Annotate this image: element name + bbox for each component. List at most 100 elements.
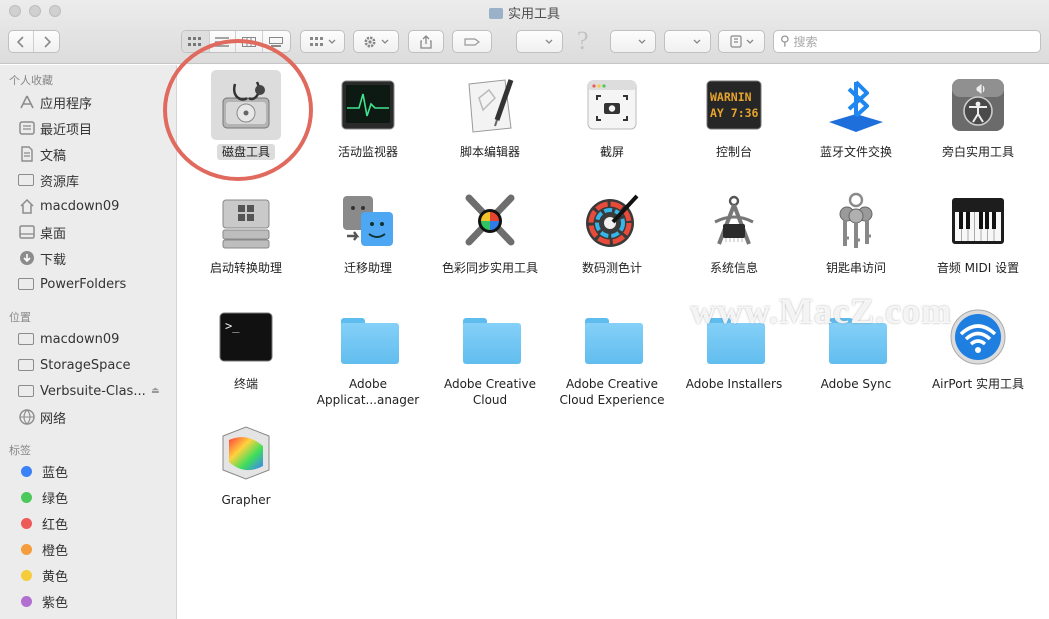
sidebar-item-label: 应用程序 [40,96,93,112]
grid-item-label: Adobe Creative Cloud [443,377,537,407]
window-toolbar: 实用工具 ? ⚲ 搜索 [0,0,1049,64]
sidebar-item-label: 文稿 [40,148,67,164]
grid-item-script-editor[interactable]: 脚本编辑器 [432,76,548,160]
action-menu-button[interactable] [353,30,399,53]
svg-text:AY 7:36: AY 7:36 [710,106,759,120]
help-icon[interactable]: ? [577,26,589,56]
sidebar-item-downloads[interactable]: 下载 [18,248,66,268]
gallery-icon [269,36,284,47]
sidebar-item-powerfolders[interactable]: PowerFolders [18,274,126,294]
toolbar-dropdown-3[interactable] [664,30,711,53]
grid-item-migration-assistant[interactable]: 迁移助理 [310,192,426,276]
grid-icon [188,36,202,46]
favorites-header: 个人收藏 [9,74,53,87]
tag-dot-icon [21,491,32,503]
colorsync-icon [465,194,515,246]
grid-item-adobe-creative-cloud[interactable]: Adobe Creative Cloud [432,308,548,408]
group-by-button[interactable] [300,30,345,53]
sidebar-item-network[interactable]: 网络 [18,407,66,427]
sidebar-tag-purple[interactable]: 紫色 [18,591,68,611]
sidebar-tag-orange[interactable]: 橙色 [18,539,68,559]
grid-item-bluetooth-file-exchange[interactable]: 蓝牙文件交换 [798,76,914,160]
sidebar-tag-red[interactable]: 红色 [18,513,68,533]
tag-dot-icon [21,569,32,581]
sidebar-item-label: 紫色 [42,595,69,611]
sidebar-item-label: 橙色 [42,543,69,559]
toolbar-dropdown-1[interactable] [516,30,563,53]
search-input[interactable]: ⚲ 搜索 [773,30,1041,53]
sidebar-item-desktop[interactable]: 桌面 [18,222,66,242]
script-editor-icon [468,79,514,133]
chevron-left-icon [17,35,24,48]
grid-item-grapher[interactable]: Grapher [188,424,304,508]
chevron-down-icon [328,39,335,44]
grid-item-voiceover-utility[interactable]: 旁白实用工具 [920,76,1036,160]
folder-icon [341,318,399,364]
sidebar-item-label: 网络 [40,411,67,427]
sidebar-item-label: StorageSpace [40,357,131,373]
archive-menu-button[interactable] [718,30,765,53]
voiceover-icon [952,79,1004,131]
sidebar: 个人收藏 应用程序 最近项目 文稿 资源库 macdown09 桌面 下载 Po… [0,65,177,619]
grid-item-terminal[interactable]: >_ 终端 [188,308,304,392]
grid-item-boot-camp[interactable]: 启动转换助理 [188,192,304,276]
grid-item-label: 数码测色计 [581,261,642,275]
chevron-down-icon [638,39,646,44]
window-title-bar: 实用工具 [0,3,1049,22]
screenshot-icon [587,80,637,130]
console-icon: WARNIN AY 7:36 [706,80,762,130]
search-placeholder: 搜索 [793,35,818,49]
grid-item-console[interactable]: WARNIN AY 7:36 控制台 [676,76,792,160]
archive-icon [729,35,742,48]
share-button[interactable] [408,30,444,53]
sidebar-tag-blue[interactable]: 蓝色 [18,461,68,481]
desktop-icon [18,224,36,240]
forward-button[interactable] [34,31,59,52]
migration-icon [343,196,393,246]
grid-item-colorsync-utility[interactable]: 色彩同步实用工具 [432,192,548,276]
sidebar-item-documents[interactable]: 文稿 [18,144,66,164]
tag-dot-icon [21,465,32,477]
sidebar-item-verbsuite[interactable]: Verbsuite-Clas... [18,381,146,401]
grid-item-label: 截屏 [599,145,624,159]
grid-item-label: AirPort 实用工具 [931,377,1025,391]
sidebar-item-library[interactable]: 资源库 [18,170,79,190]
sidebar-item-storagespace[interactable]: StorageSpace [18,355,130,375]
grid-item-screenshot[interactable]: 截屏 [554,76,670,160]
grid-item-digital-color-meter[interactable]: 数码测色计 [554,192,670,276]
grid-item-keychain-access[interactable]: 钥匙串访问 [798,192,914,276]
grid-item-adobe-application-manager[interactable]: Adobe Applicat...anager [310,308,426,408]
window-title: 实用工具 [507,7,560,22]
sidebar-item-home[interactable]: macdown09 [18,196,119,216]
applications-icon [18,94,36,110]
grid-item-label: 活动监视器 [337,145,398,159]
svg-text:>_: >_ [225,319,240,333]
sidebar-tag-yellow[interactable]: 黄色 [18,565,68,585]
eject-icon[interactable]: ⏏ [151,386,160,396]
sidebar-item-macdown09-disk[interactable]: macdown09 [18,329,119,349]
sidebar-item-recents[interactable]: 最近项目 [18,118,92,138]
grid-item-system-information[interactable]: 系统信息 [676,192,792,276]
tag-dot-icon [21,517,32,529]
sidebar-item-label: 黄色 [42,569,69,585]
audio-midi-icon [952,198,1004,244]
grid-item-activity-monitor[interactable]: 活动监视器 [310,76,426,160]
sidebar-item-applications[interactable]: 应用程序 [18,92,92,112]
grid-item-label: 音频 MIDI 设置 [936,261,1020,275]
activity-monitor-icon [341,80,395,130]
tag-icon [464,37,480,46]
grid-item-audio-midi-setup[interactable]: 音频 MIDI 设置 [920,192,1036,276]
grid-item-label: 蓝牙文件交换 [819,145,892,159]
toolbar-dropdown-2[interactable] [610,30,656,53]
edit-tags-button[interactable] [452,30,492,53]
grid-item-label: 终端 [233,377,258,391]
locations-header: 位置 [9,311,31,324]
folder-icon [463,318,521,364]
grid-item-label: 控制台 [715,145,752,159]
back-button[interactable] [9,31,35,52]
sidebar-tag-green[interactable]: 绿色 [18,487,68,507]
airport-icon [950,309,1006,365]
grid-item-adobe-creative-cloud-experience[interactable]: Adobe Creative Cloud Experience [554,308,670,408]
grid-item-label: 色彩同步实用工具 [441,261,538,275]
grid-icon [309,36,323,46]
